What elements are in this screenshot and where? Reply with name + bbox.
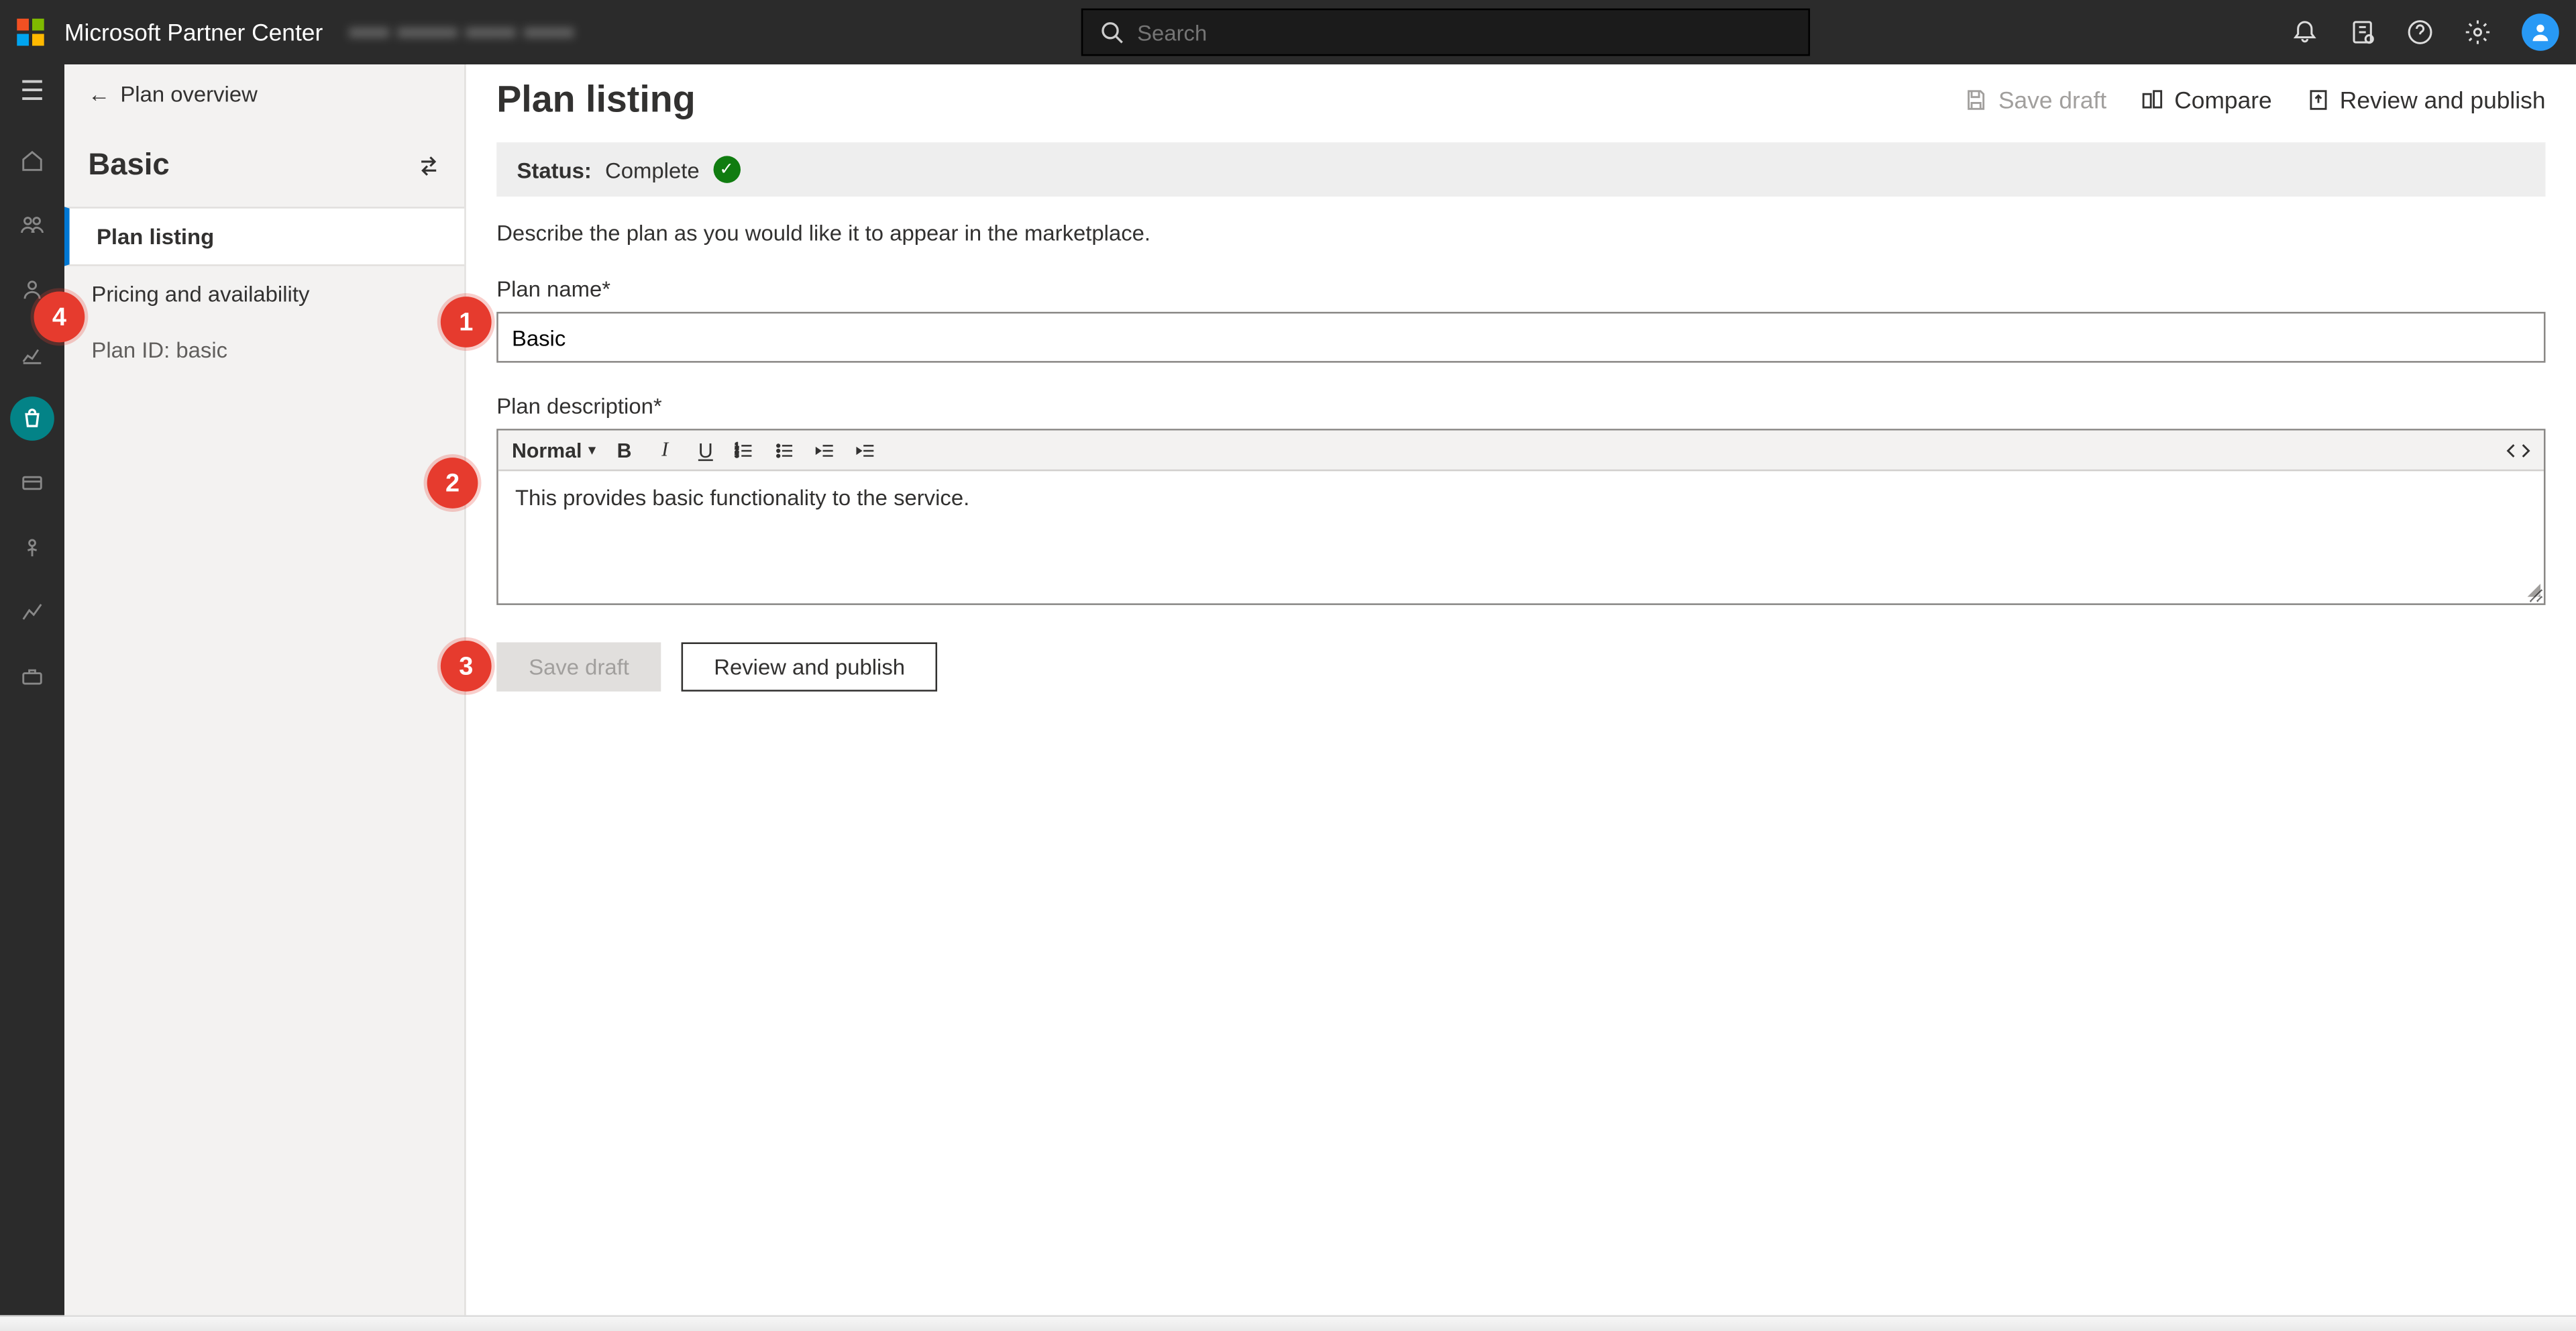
horizontal-scrollbar[interactable] [0, 1315, 2576, 1331]
sidebar-item-pricing-availability[interactable]: Pricing and availability [64, 266, 464, 322]
rte-content: This provides basic functionality to the… [515, 485, 969, 511]
svg-text:3: 3 [736, 451, 739, 458]
rte-underline-button[interactable]: U [694, 438, 717, 462]
rte-style-dropdown[interactable]: Normal ▾ [512, 438, 596, 462]
sidebar-item-label: Pricing and availability [91, 281, 309, 307]
plan-name-input[interactable] [496, 312, 2545, 363]
rail-customers-icon[interactable] [10, 203, 54, 248]
topbar-actions [2292, 13, 2559, 51]
compare-icon [2141, 88, 2164, 111]
microsoft-logo-icon [17, 19, 44, 46]
rte-outdent-button[interactable] [816, 440, 839, 460]
settings-icon[interactable] [2464, 19, 2491, 46]
swap-plan-icon[interactable] [417, 154, 440, 177]
menu-toggle-icon[interactable]: ☰ [20, 74, 44, 109]
arrow-left-icon: ← [88, 81, 110, 107]
rte-bold-button[interactable]: B [612, 438, 636, 462]
rail-analytics-icon[interactable] [10, 590, 54, 634]
side-panel: ← Plan overview Basic Plan listing Prici… [64, 64, 466, 1331]
rail-toolbox-icon[interactable] [10, 654, 54, 698]
main-content: Plan listing Save draft Compare Review a… [466, 64, 2576, 1331]
top-bar: Microsoft Partner Center •••• •••••• •••… [0, 0, 2576, 64]
save-draft-button: Save draft [496, 642, 661, 691]
action-label: Save draft [1998, 87, 2106, 113]
notifications-icon[interactable] [2292, 19, 2318, 46]
left-icon-rail: ☰ [0, 64, 64, 1331]
sidebar-item-label: Plan listing [97, 223, 214, 249]
rte-style-label: Normal [512, 438, 582, 462]
action-label: Review and publish [2340, 87, 2546, 113]
button-label: Review and publish [714, 654, 905, 680]
user-avatar[interactable] [2522, 13, 2559, 51]
action-review-publish[interactable]: Review and publish [2306, 87, 2545, 113]
action-label: Compare [2174, 87, 2271, 113]
status-value: Complete [605, 157, 700, 182]
help-icon[interactable] [2406, 19, 2433, 46]
save-icon [1964, 88, 1988, 111]
action-save-draft: Save draft [1964, 87, 2106, 113]
resize-handle-icon: ◢ [2527, 582, 2540, 600]
plan-name-heading: Basic [88, 148, 169, 183]
rail-incentives-icon[interactable] [10, 525, 54, 570]
rail-marketplace-icon[interactable] [10, 396, 54, 441]
plan-description-label: Plan description* [496, 393, 2545, 419]
back-label: Plan overview [120, 81, 257, 107]
plan-description-editor: Normal ▾ B I U 123 This provides basic f… [496, 429, 2545, 605]
rte-toolbar: Normal ▾ B I U 123 [498, 431, 2544, 472]
back-to-plan-overview[interactable]: ← Plan overview [64, 64, 464, 120]
action-compare[interactable]: Compare [2141, 87, 2272, 113]
rte-textarea[interactable]: This provides basic functionality to the… [498, 471, 2544, 603]
brand-label: Microsoft Partner Center [64, 19, 323, 46]
review-publish-button[interactable]: Review and publish [682, 642, 937, 691]
annotation-callout-2: 2 [427, 458, 478, 509]
brand-context-blurred: •••• •••••• ••••• ••••• [350, 19, 575, 46]
status-complete-icon: ✓ [713, 156, 740, 182]
rail-home-icon[interactable] [10, 139, 54, 183]
rte-italic-button[interactable]: I [653, 437, 677, 463]
annotation-callout-1: 1 [441, 297, 492, 348]
plan-id-label: Plan ID: basic [64, 322, 464, 378]
rte-indent-button[interactable] [857, 440, 880, 460]
page-title: Plan listing [496, 78, 695, 122]
rte-code-view-button[interactable] [2506, 440, 2530, 460]
status-bar: Status: Complete ✓ [496, 142, 2545, 197]
status-label: Status: [517, 157, 592, 182]
global-search[interactable] [1081, 9, 1810, 56]
diagnostics-icon[interactable] [2349, 19, 2375, 46]
chevron-down-icon: ▾ [588, 442, 595, 458]
rail-billing-icon[interactable] [10, 461, 54, 505]
search-input[interactable] [1137, 19, 1791, 45]
page-description: Describe the plan as you would like it t… [496, 220, 2545, 246]
annotation-callout-4: 4 [34, 292, 85, 343]
button-label: Save draft [529, 654, 629, 680]
publish-icon [2306, 88, 2329, 111]
search-icon [1100, 20, 1124, 44]
rte-unordered-list-button[interactable] [775, 440, 798, 460]
rte-ordered-list-button[interactable]: 123 [735, 440, 758, 460]
annotation-callout-3: 3 [441, 641, 492, 692]
plan-name-label: Plan name* [496, 276, 2545, 302]
sidebar-item-plan-listing[interactable]: Plan listing [64, 207, 464, 266]
